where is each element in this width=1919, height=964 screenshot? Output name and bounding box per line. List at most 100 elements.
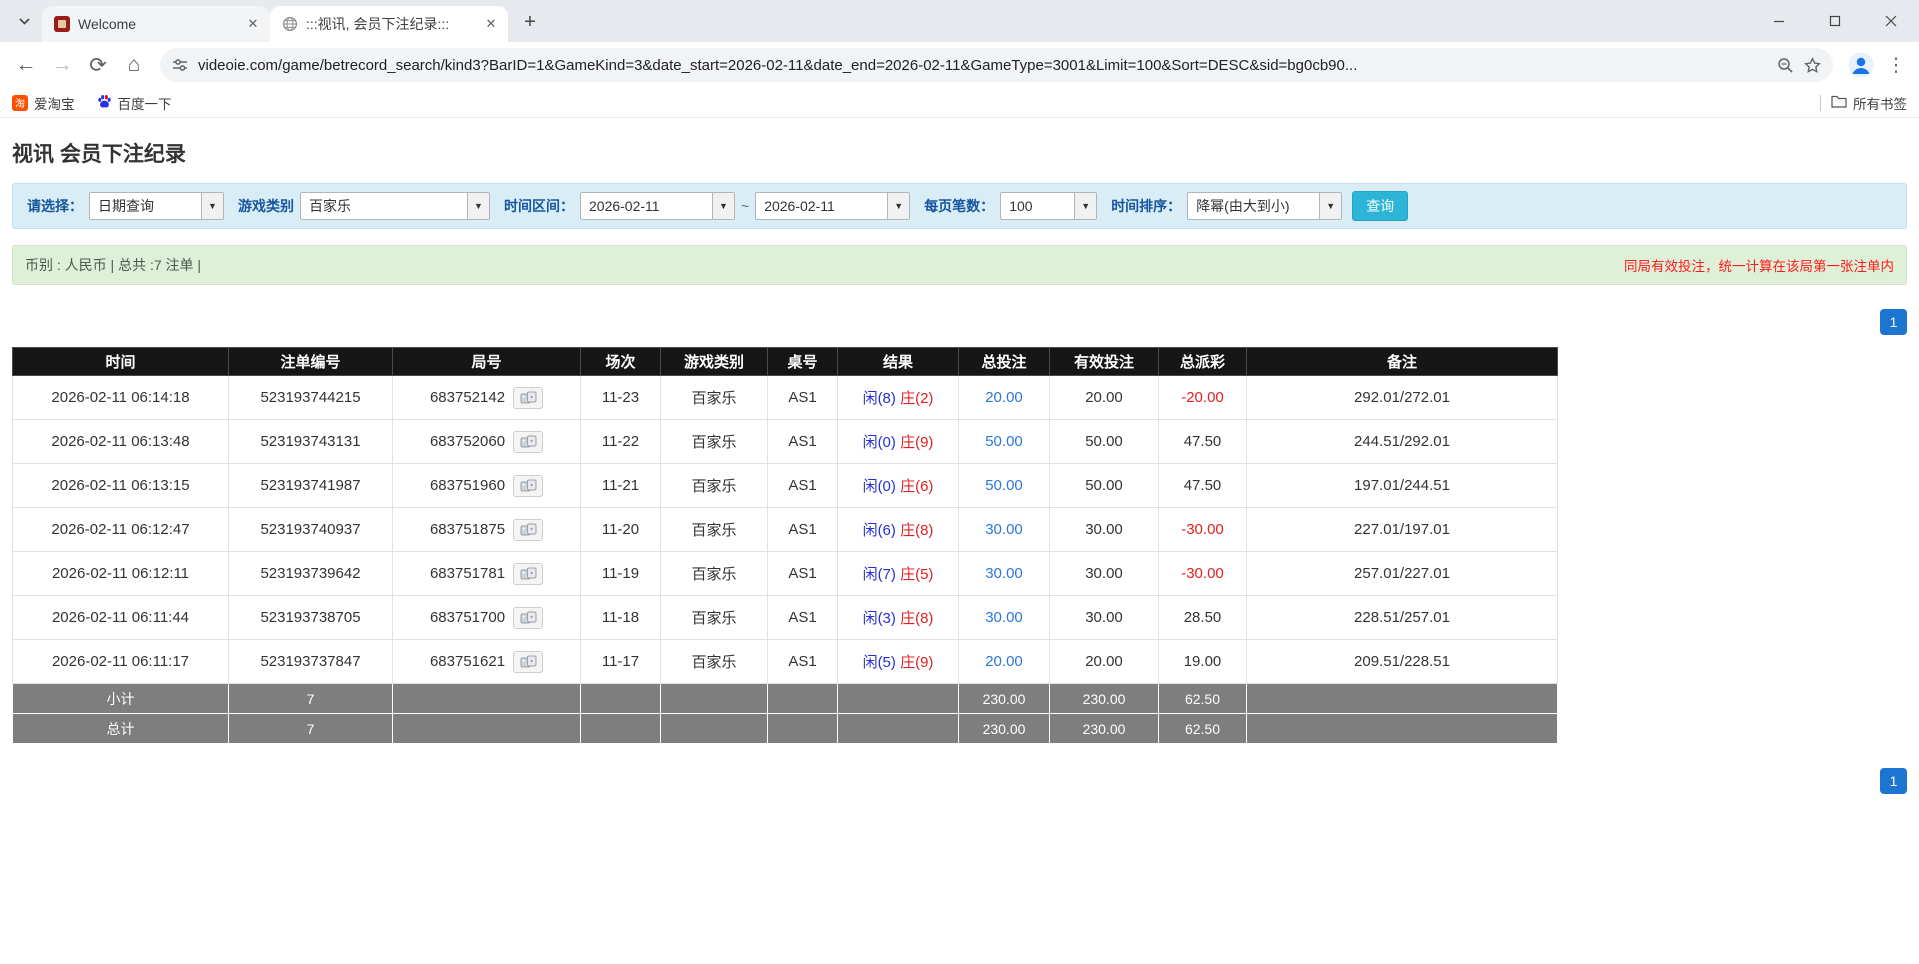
subtotal-count: 7 [228, 683, 393, 714]
page-1-button[interactable]: 1 [1880, 768, 1907, 794]
cell-valid-bet: 20.00 [1049, 375, 1159, 420]
divider [1820, 94, 1821, 111]
per-page-label: 每页笔数： [924, 198, 995, 214]
cell-session: 11-20 [580, 507, 661, 552]
page-content: 视讯 会员下注纪录 请选择： 日期查询 ▼ 游戏类别 百家乐 ▼ 时间区间： 2… [0, 138, 1919, 794]
cell-bet-no: 523193740937 [228, 507, 393, 552]
chevron-down-icon[interactable]: ▼ [467, 193, 489, 219]
address-bar[interactable]: videoie.com/game/betrecord_search/kind3?… [160, 48, 1833, 82]
round-image-button[interactable] [513, 606, 544, 629]
cell-game-kind: 百家乐 [660, 375, 768, 420]
cell-table-no: AS1 [767, 595, 838, 640]
cell-note: 227.01/197.01 [1246, 507, 1558, 552]
cell-game-kind: 百家乐 [660, 507, 768, 552]
bookmark-star-icon[interactable] [1804, 56, 1821, 74]
bookmark-baidu[interactable]: 百度一下 [97, 93, 172, 113]
subtotal-payout: 62.50 [1158, 683, 1247, 714]
cell-session: 11-19 [580, 551, 661, 596]
cell-round-no: 683751960 [392, 463, 581, 508]
new-tab-button[interactable]: + [516, 8, 544, 36]
profile-avatar[interactable] [1847, 51, 1875, 79]
table-row: 2026-02-11 06:11:17 523193737847 683751621… [12, 639, 1558, 684]
column-header: 总派彩 [1158, 347, 1247, 376]
chevron-down-icon[interactable]: ▼ [1074, 193, 1097, 219]
url-text[interactable]: videoie.com/game/betrecord_search/kind3?… [198, 57, 1767, 74]
chevron-down-icon[interactable]: ▼ [887, 193, 910, 219]
column-header: 场次 [580, 347, 661, 376]
home-icon[interactable]: ⌂ [116, 47, 152, 83]
cell-note: 197.01/244.51 [1246, 463, 1558, 508]
all-bookmarks-button[interactable]: 所有书签 [1831, 93, 1907, 113]
maximize-button[interactable] [1807, 0, 1863, 42]
cell-total-bet: 30.00 [958, 551, 1050, 596]
table-row: 2026-02-11 06:12:11 523193739642 683751781… [12, 551, 1558, 596]
table-header-row: 时间 注单编号 局号 场次 游戏类别 桌号 结果 总投注 有效投注 总派彩 备注 [12, 347, 1558, 376]
date-start-input[interactable]: 2026-02-11 ▼ [580, 192, 735, 220]
tab-close-icon[interactable]: ✕ [482, 15, 500, 33]
cell-game-kind: 百家乐 [660, 595, 768, 640]
site-info-icon[interactable] [172, 57, 188, 73]
column-header: 桌号 [767, 347, 838, 376]
tab-welcome[interactable]: Welcome ✕ [42, 6, 270, 42]
cell-payout: 47.50 [1158, 463, 1247, 508]
cell-valid-bet: 30.00 [1049, 595, 1159, 640]
round-image-button[interactable] [513, 386, 544, 409]
minimize-button[interactable] [1751, 0, 1807, 42]
menu-kebab-icon[interactable]: ⋮ [1881, 50, 1911, 80]
tab-title: :::视讯, 会员下注纪录::: [306, 16, 450, 32]
cell-payout: -20.00 [1158, 375, 1247, 420]
page-1-button[interactable]: 1 [1880, 309, 1907, 335]
forward-icon[interactable]: → [44, 47, 80, 83]
all-bookmarks-label: 所有书签 [1853, 96, 1907, 112]
query-type-select[interactable]: 日期查询 ▼ [89, 192, 224, 220]
search-button[interactable]: 查询 [1352, 191, 1409, 221]
column-header: 结果 [837, 347, 959, 376]
query-type-label: 请选择： [27, 198, 83, 214]
cell-payout: -30.00 [1158, 551, 1247, 596]
column-header: 时间 [12, 347, 229, 376]
cell-result: 闲(0) 庄(6) [837, 463, 959, 508]
subtotal-valid-bet: 230.00 [1049, 683, 1159, 714]
navigation-bar: ← → ⟳ ⌂ videoie.com/game/betrecord_searc… [0, 42, 1919, 88]
grand-total-row: 总计 7 230.00 230.00 62.50 [12, 713, 1558, 744]
cell-round-no: 683752142 [392, 375, 581, 420]
cell-game-kind: 百家乐 [660, 419, 768, 464]
tab-close-icon[interactable]: ✕ [244, 15, 262, 33]
round-image-button[interactable] [513, 562, 544, 585]
back-icon[interactable]: ← [8, 47, 44, 83]
cell-round-no: 683751875 [392, 507, 581, 552]
chevron-down-icon[interactable]: ▼ [1319, 193, 1342, 219]
cell-table-no: AS1 [767, 463, 838, 508]
round-image-button[interactable] [513, 474, 544, 497]
cell-bet-no: 523193737847 [228, 639, 393, 684]
cell-time: 2026-02-11 06:11:17 [12, 639, 229, 684]
cell-game-kind: 百家乐 [660, 551, 768, 596]
round-image-button[interactable] [513, 650, 544, 673]
cell-valid-bet: 30.00 [1049, 551, 1159, 596]
bet-table: 时间 注单编号 局号 场次 游戏类别 桌号 结果 总投注 有效投注 总派彩 备注 2026-02-1… [12, 347, 1558, 744]
date-end-input[interactable]: 2026-02-11 ▼ [755, 192, 911, 220]
round-image-button[interactable] [513, 430, 544, 453]
zoom-icon[interactable] [1777, 57, 1794, 74]
sort-order-select[interactable]: 降幂(由大到小) ▼ [1187, 192, 1343, 220]
game-kind-select[interactable]: 百家乐 ▼ [300, 192, 490, 220]
cell-note: 244.51/292.01 [1246, 419, 1558, 464]
per-page-select[interactable]: 100 ▼ [1000, 192, 1098, 220]
tab-search-chevron-icon[interactable] [10, 7, 38, 35]
tab-betrecord[interactable]: :::视讯, 会员下注纪录::: ✕ [270, 6, 508, 42]
table-row: 2026-02-11 06:13:48 523193743131 683752060… [12, 419, 1558, 464]
cell-round-no: 683751781 [392, 551, 581, 596]
cell-bet-no: 523193739642 [228, 551, 393, 596]
cell-round-no: 683751700 [392, 595, 581, 640]
chevron-down-icon[interactable]: ▼ [201, 193, 223, 219]
table-row: 2026-02-11 06:11:44 523193738705 683751700… [12, 595, 1558, 640]
bookmark-aitaobao[interactable]: 淘 爱淘宝 [12, 93, 75, 113]
cell-note: 257.01/227.01 [1246, 551, 1558, 596]
table-row: 2026-02-11 06:14:18 523193744215 683752142… [12, 375, 1558, 420]
chevron-down-icon[interactable]: ▼ [712, 193, 734, 219]
refresh-icon[interactable]: ⟳ [80, 47, 116, 83]
subtotal-label: 小计 [12, 683, 229, 714]
close-button[interactable] [1863, 0, 1919, 42]
round-image-button[interactable] [513, 518, 544, 541]
cell-time: 2026-02-11 06:12:47 [12, 507, 229, 552]
